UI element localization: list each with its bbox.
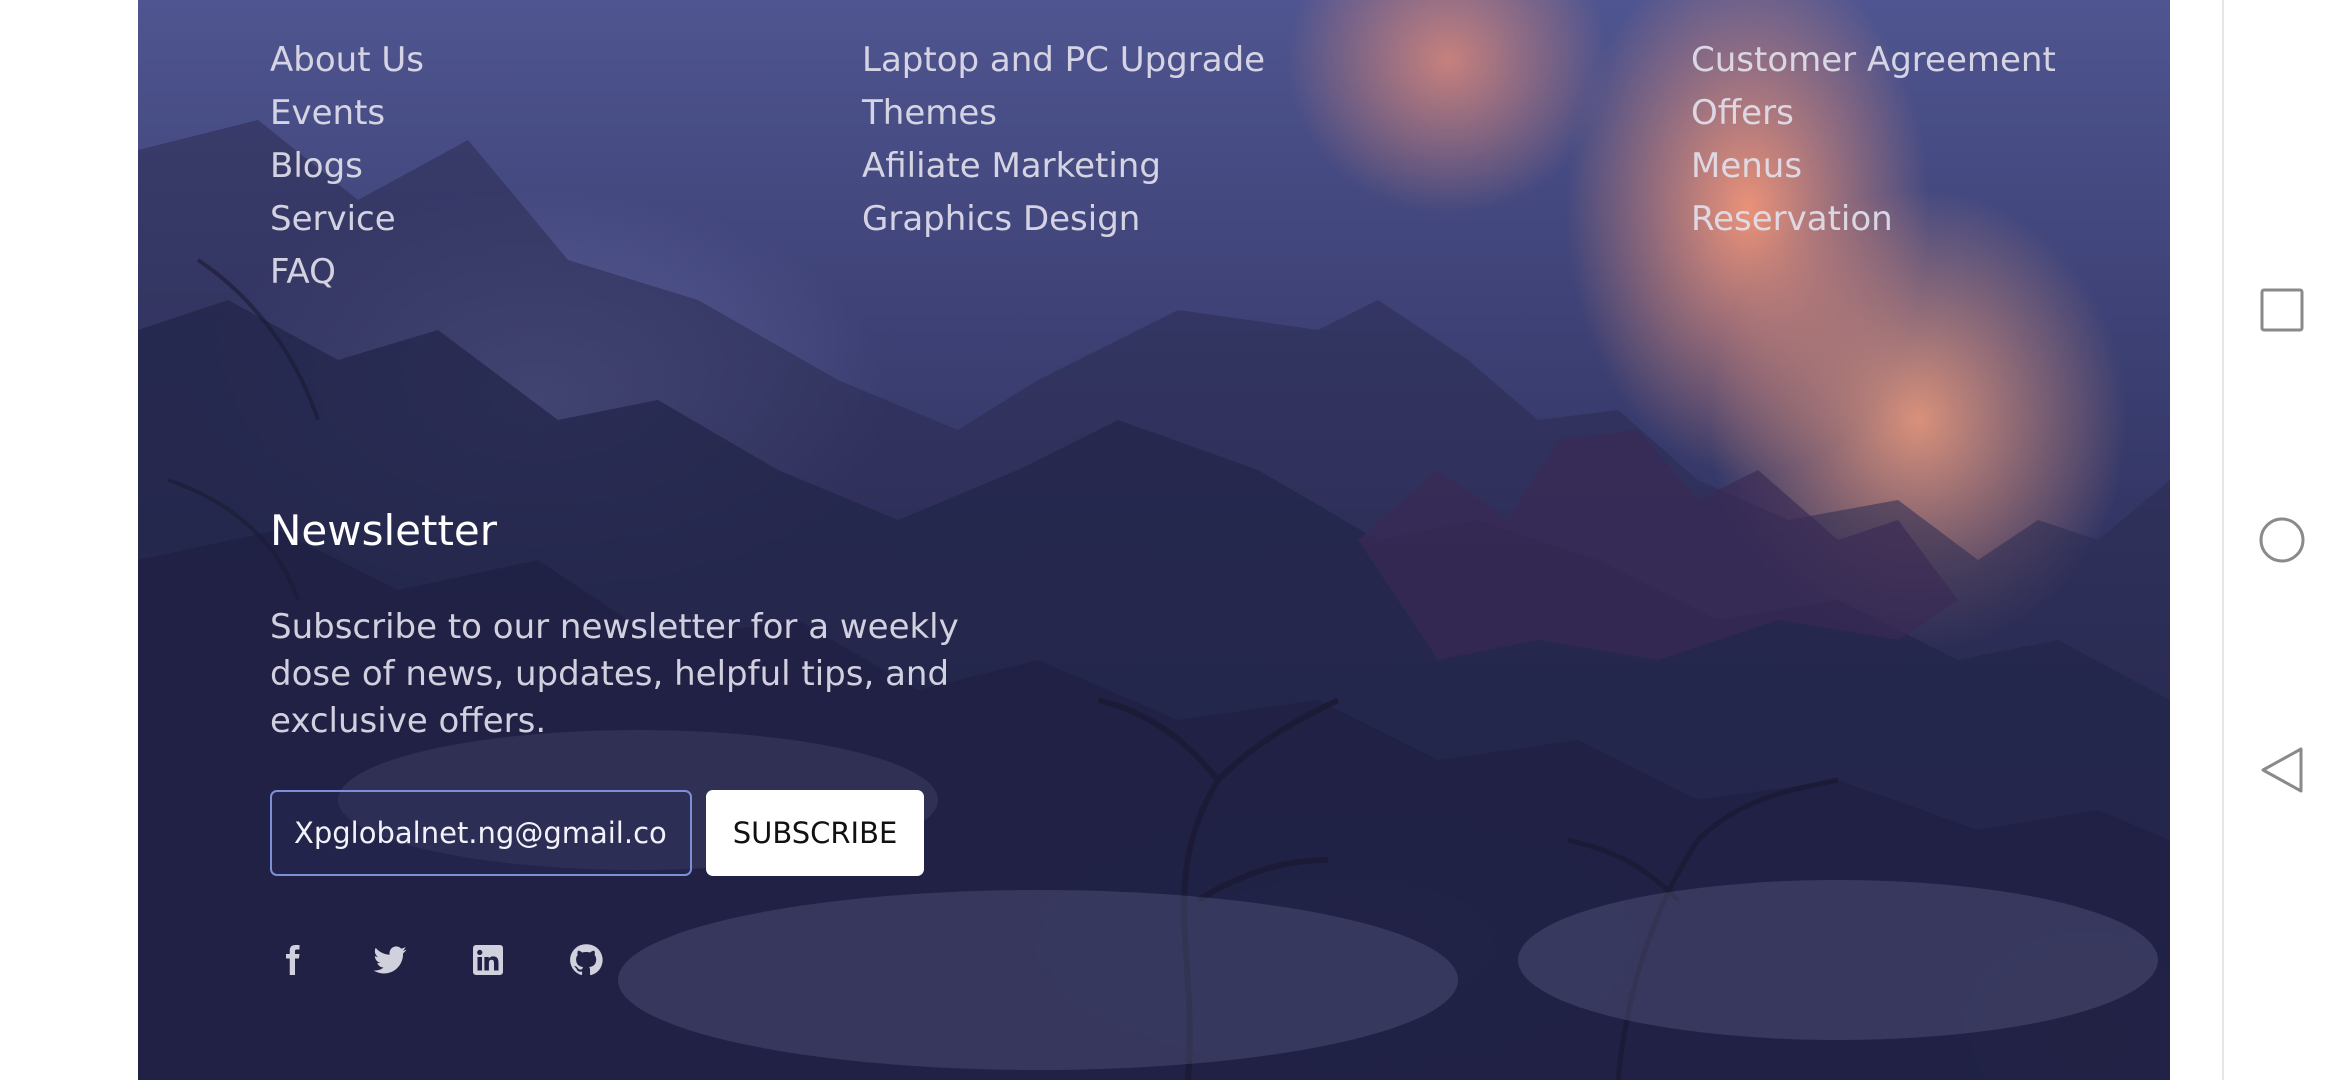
github-icon[interactable] [564,938,608,982]
newsletter-email-input[interactable] [270,790,692,876]
social-links [270,938,662,982]
footer: About Us Events Blogs Service FAQ Laptop… [138,0,2170,1080]
facebook-icon[interactable] [270,938,314,982]
footer-links-customer: Customer Agreement Offers Menus Reservat… [1691,26,2056,254]
subscribe-button[interactable]: SUBSCRIBE [706,790,924,876]
newsletter-title: Newsletter [270,506,498,555]
linkedin-icon[interactable] [466,938,510,982]
twitter-icon[interactable] [368,938,412,982]
recents-icon[interactable] [2257,285,2307,335]
footer-links-company: About Us Events Blogs Service FAQ [270,26,424,307]
footer-link-faq[interactable]: FAQ [270,238,424,307]
footer-link-graphics-design[interactable]: Graphics Design [862,185,1265,254]
back-icon[interactable] [2257,745,2307,795]
footer-link-reservation[interactable]: Reservation [1691,185,2056,254]
footer-links-services: Laptop and PC Upgrade Themes Afiliate Ma… [862,26,1265,254]
system-navigation-bar [2224,0,2340,1080]
newsletter-description: Subscribe to our newsletter for a weekly… [270,607,959,741]
home-icon[interactable] [2257,515,2307,565]
left-gutter [0,0,138,1080]
